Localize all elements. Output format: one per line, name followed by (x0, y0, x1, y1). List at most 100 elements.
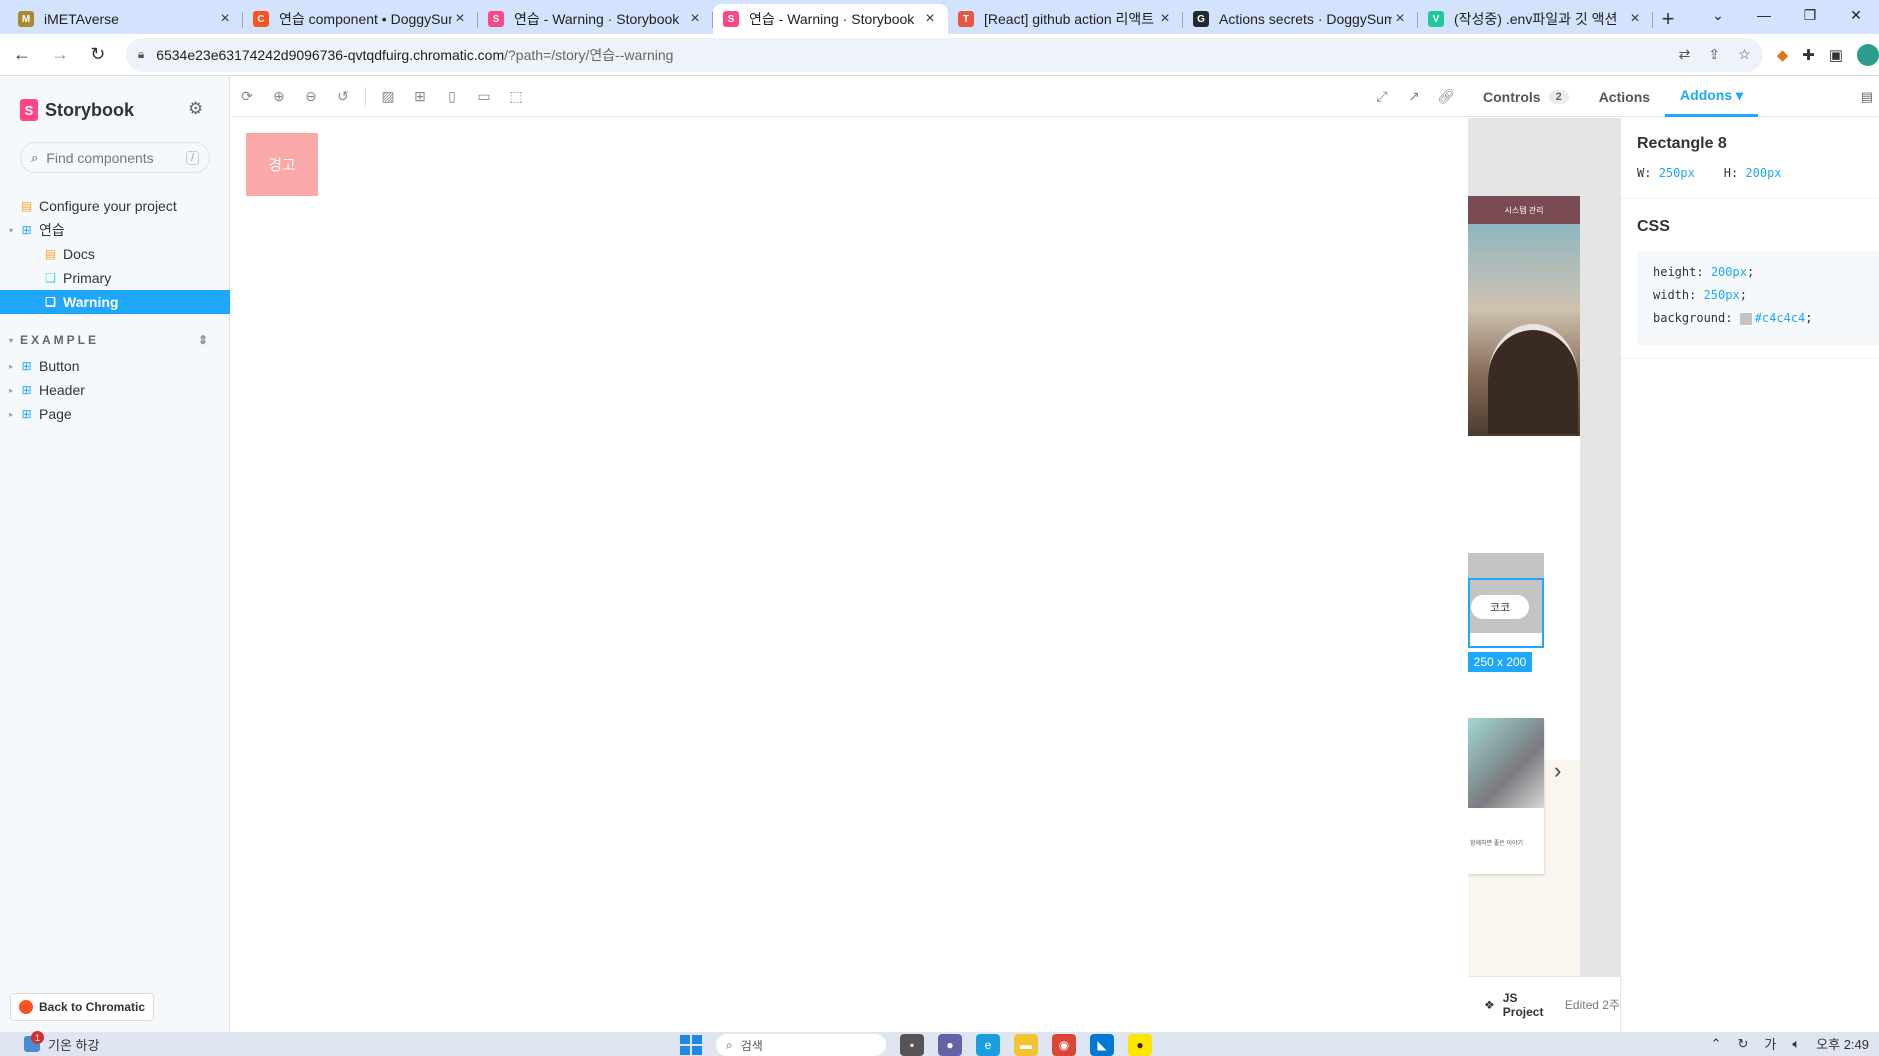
component-icon: ⊞ (21, 407, 32, 421)
translate-icon[interactable]: ⇄ (1679, 46, 1691, 63)
remount-icon[interactable]: ⟳ (231, 81, 263, 113)
back-icon[interactable]: ← (6, 39, 38, 71)
tray-chevron-icon[interactable]: ⌃ (1711, 1036, 1722, 1052)
addon-tab[interactable]: Addons ▾ (1665, 77, 1759, 117)
new-tab-button[interactable]: + (1653, 4, 1683, 34)
addon-tab[interactable]: Controls 2 (1468, 77, 1584, 117)
extensions-puzzle-icon[interactable]: ✚ (1802, 46, 1815, 64)
sidebar-item-label: Docs (63, 246, 95, 262)
tab-close-icon[interactable]: × (1392, 10, 1408, 28)
profile-avatar[interactable] (1857, 43, 1879, 66)
zoom-out-icon[interactable]: ⊖ (295, 81, 327, 113)
url-path: /?path=/story/연습--warning (504, 46, 674, 63)
css-code-block[interactable]: height: 200px; width: 250px; background: #… (1637, 251, 1879, 345)
weather-label: 기온 하강 (48, 1037, 100, 1053)
side-panel-icon[interactable]: ▣ (1829, 46, 1843, 64)
forward-icon[interactable]: → (44, 39, 76, 71)
tab-close-icon[interactable]: × (922, 10, 938, 28)
sidebar-item-component[interactable]: ▾ ⊞ 연습 (0, 218, 230, 242)
browser-tab[interactable]: S 연습 - Warning · Storybook × (478, 4, 713, 34)
tab-close-icon[interactable]: × (217, 10, 233, 28)
browser-tab[interactable]: V (작성중) .env파일과 깃 액션 × (1418, 4, 1653, 34)
back-to-chromatic-button[interactable]: Back to Chromatic (10, 993, 155, 1021)
taskbar-search[interactable]: ⌕ 검색 (716, 1034, 886, 1056)
outline-icon[interactable]: ⬚ (500, 81, 532, 113)
warning-component[interactable]: 경고 (246, 133, 318, 196)
close-window-button[interactable]: ✕ (1833, 0, 1879, 30)
tab-title: (작성중) .env파일과 깃 액션 (1454, 11, 1618, 27)
url-field[interactable]: 🔒︎ 6534e23e63174242d9096736-qvtqdfuirg.c… (125, 37, 1763, 72)
tab-title: 연습 - Warning · Storybook (514, 11, 680, 27)
measure-icon[interactable]: ▭ (468, 81, 500, 113)
tab-close-icon[interactable]: × (452, 10, 468, 28)
settings-gear-icon[interactable]: ⚙ (188, 99, 203, 119)
sidebar-item-story[interactable]: ❏ Warning (0, 290, 230, 314)
extensions-area: ◆ ✚ ▣ (1777, 43, 1879, 66)
sidebar-item-component[interactable]: ▸ ⊞ Header (0, 378, 230, 402)
sidebar-item-component[interactable]: ▸ ⊞ Page (0, 402, 230, 426)
addon-tab[interactable]: Actions (1584, 77, 1665, 117)
zoom-in-icon[interactable]: ⊕ (263, 81, 295, 113)
figma-embed[interactable]: 시스템 관리 코코 250 x 200 함께하면 좋은 이야기 › ❖ JS P… (1468, 118, 1620, 1032)
windows-start-icon[interactable] (680, 1035, 702, 1055)
speaker-icon[interactable]: 🔈︎ (1792, 1036, 1800, 1052)
browser-tab[interactable]: T [React] github action 리액트 : × (948, 4, 1183, 34)
minimize-button[interactable]: — (1741, 0, 1787, 30)
sidebar-item-story[interactable]: ❏ Primary (0, 266, 230, 290)
reload-icon[interactable]: ↻ (82, 39, 114, 71)
toolbar-divider (365, 86, 366, 107)
maximize-button[interactable]: ❐ (1787, 0, 1833, 30)
fullscreen-icon[interactable]: ⤢ (1366, 81, 1398, 113)
browser-tab[interactable]: C 연습 component • DoggySumm× (243, 4, 478, 34)
open-new-tab-icon[interactable]: ↗ (1398, 81, 1430, 113)
edge-icon[interactable]: e (976, 1034, 1000, 1056)
weather-widget[interactable]: 1 기온 하강 (24, 1031, 100, 1054)
figma-dimension-label: 250 x 200 (1468, 652, 1532, 672)
viewport-icon[interactable]: ▯ (436, 81, 468, 113)
metamask-icon[interactable]: ◆ (1777, 46, 1789, 64)
ime-indicator[interactable]: 가 (1764, 1034, 1776, 1053)
component-icon: ⊞ (21, 383, 32, 397)
bookmark-star-icon[interactable]: ☆ (1738, 46, 1751, 63)
tab-title: Actions secrets · DoggySumm (1219, 11, 1392, 27)
sync-icon[interactable]: ↻ (1737, 1036, 1748, 1052)
tab-favicon-icon: V (1428, 11, 1444, 27)
sidebar-item-label: Button (39, 358, 80, 374)
browser-tab[interactable]: G Actions secrets · DoggySumm × (1183, 4, 1418, 34)
css-value: 250px (1703, 288, 1740, 302)
share-icon[interactable]: ⇪ (1708, 46, 1720, 63)
tab-favicon-icon: M (18, 11, 34, 27)
figma-card: 함께하면 좋은 이야기 (1468, 718, 1544, 874)
section-example[interactable]: ▾ EXAMPLE ⇕ (0, 328, 230, 352)
sidebar-item-component[interactable]: ▸ ⊞ Button (0, 354, 230, 378)
task-view-icon[interactable]: ▪ (900, 1034, 924, 1056)
find-components-search[interactable]: ⌕ Find components / (20, 142, 210, 173)
chrome-icon[interactable]: ◉ (1052, 1034, 1076, 1056)
background-icon[interactable]: ▨ (372, 81, 404, 113)
tab-close-icon[interactable]: × (687, 10, 703, 28)
browser-tab[interactable]: MiMETAverse × (8, 4, 243, 34)
sidebar-item-doc[interactable]: ▤ Docs (0, 242, 230, 266)
design-inspector: Rectangle 8 W: 250px H: 200px CSS height… (1620, 118, 1879, 1032)
kakaotalk-icon[interactable]: ● (1128, 1034, 1152, 1056)
expand-all-icon[interactable]: ⇕ (198, 333, 208, 347)
sidebar-item-doc[interactable]: ▤ Configure your project (0, 194, 230, 218)
copy-link-icon[interactable]: 🔗︎ (1430, 81, 1462, 113)
storybook-brand[interactable]: S Storybook (20, 99, 134, 121)
vscode-icon[interactable]: ◣ (1090, 1034, 1114, 1056)
file-explorer-icon[interactable]: ▬ (1014, 1034, 1038, 1056)
search-icon: ⌕ (31, 149, 39, 165)
grid-icon[interactable]: ⊞ (404, 81, 436, 113)
zoom-reset-icon[interactable]: ↺ (327, 81, 359, 113)
storybook-sidebar: S Storybook ⚙ ⌕ Find components / ▤ Confi… (0, 77, 230, 1032)
browser-tab[interactable]: S 연습 - Warning · Storybook × (713, 4, 948, 34)
teams-icon[interactable]: ● (938, 1034, 962, 1056)
weather-badge: 1 (31, 1031, 44, 1044)
tab-close-icon[interactable]: × (1157, 10, 1173, 28)
divider (1621, 198, 1879, 199)
panel-layout-icon[interactable]: ▤ (1861, 89, 1873, 105)
clock[interactable]: 오후 2:49 (1816, 1034, 1869, 1053)
tab-close-icon[interactable]: × (1627, 10, 1643, 28)
color-swatch (1739, 312, 1752, 325)
tab-search-icon[interactable]: ⌄ (1695, 0, 1741, 30)
